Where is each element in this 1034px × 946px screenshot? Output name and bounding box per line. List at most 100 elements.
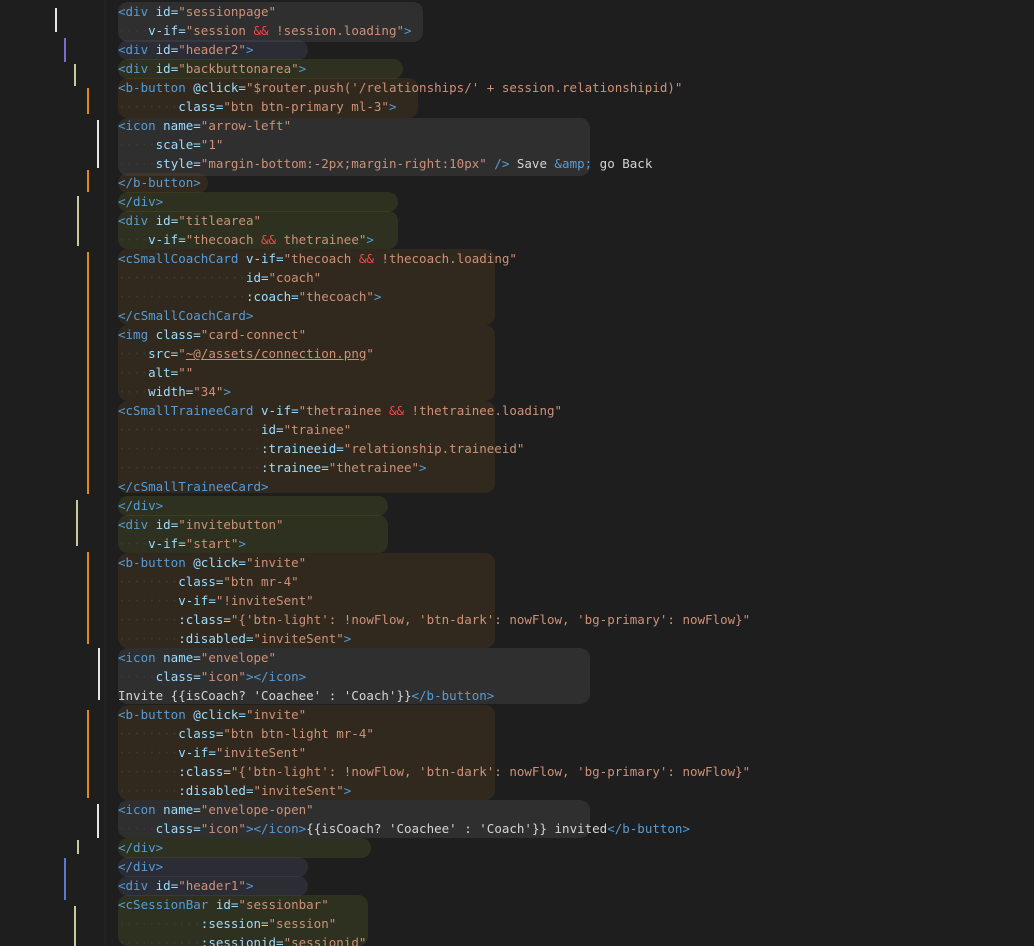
gutter-marker <box>77 196 79 246</box>
code-token-op: && <box>358 251 374 266</box>
code-line[interactable]: ········v-if="inviteSent" <box>118 743 1028 762</box>
gutter-marker <box>64 858 66 900</box>
code-token-indent: ········ <box>118 99 179 114</box>
code-token-str: "34" <box>193 384 224 399</box>
code-line[interactable]: ···················id="trainee" <box>118 420 1028 439</box>
code-line[interactable]: <b-button @click="$router.push('/relatio… <box>118 78 1028 97</box>
code-token-tag: <div <box>118 517 156 532</box>
code-token-attr: :session= <box>200 916 269 931</box>
code-line[interactable]: <div id="sessionpage" <box>118 2 1028 21</box>
code-token-str: !thecoach.loading" <box>373 251 517 266</box>
code-line-content: <cSmallTraineeCard v-if="thetrainee && !… <box>118 403 562 418</box>
code-token-str: "invite" <box>245 707 307 722</box>
code-token-indent: ····· <box>118 156 156 171</box>
code-token-str: !session.loading" <box>268 23 405 38</box>
gutter-marker <box>87 552 89 644</box>
code-token-str: "session <box>185 23 254 38</box>
code-token-tag: <div <box>118 61 156 76</box>
code-line[interactable]: ·················id="coach" <box>118 268 1028 287</box>
code-editor[interactable]: <div id="sessionpage" ····v-if="session &… <box>0 0 1034 946</box>
code-line-content: </div> <box>118 840 163 855</box>
code-line[interactable]: ········v-if="!inviteSent" <box>118 591 1028 610</box>
gutter-marker <box>97 804 99 838</box>
code-line[interactable]: ····src="~@/assets/connection.png" <box>118 344 1028 363</box>
code-token-attr: id= <box>261 422 284 437</box>
code-token-attr: :traineeid= <box>261 441 344 456</box>
code-token-tag: > <box>343 783 352 798</box>
code-token-tag: </div> <box>118 840 164 855</box>
code-token-tag: ></icon> <box>245 821 307 836</box>
code-token-attr: v-if= <box>245 251 284 266</box>
code-line[interactable]: <div id="invitebutton" <box>118 515 1028 534</box>
code-line[interactable]: ········:class="{'btn-light': !nowFlow, … <box>118 610 1028 629</box>
gutter-marker <box>87 710 89 798</box>
code-line[interactable]: <b-button @click="invite" <box>118 553 1028 572</box>
code-token-tag: <div <box>118 42 156 57</box>
code-line[interactable]: ·················:coach="thecoach"> <box>118 287 1028 306</box>
gutter-marker <box>87 252 89 494</box>
code-token-str: "arrow-left" <box>200 118 292 133</box>
code-token-str: "btn btn-light mr-4" <box>223 726 374 741</box>
code-token-attr: class= <box>155 327 201 342</box>
code-line-content: <b-button @click="invite" <box>118 707 306 722</box>
code-token-tag: > <box>419 460 427 475</box>
code-line[interactable]: ········:class="{'btn-light': !nowFlow, … <box>118 762 1028 781</box>
code-line[interactable]: ···················:traineeid="relations… <box>118 439 1028 458</box>
code-token-indent: ········ <box>118 726 179 741</box>
code-line[interactable]: ····v-if="session && !session.loading"> <box>118 21 1028 40</box>
code-token-indent: ··········· <box>118 916 201 931</box>
code-token-attr: name= <box>163 802 201 817</box>
code-line-content: ·················:coach="thecoach"> <box>118 289 381 304</box>
code-line[interactable]: <img class="card-connect" <box>118 325 1028 344</box>
code-line[interactable]: <cSmallTraineeCard v-if="thetrainee && !… <box>118 401 1028 420</box>
code-line[interactable]: ········:disabled="inviteSent"> <box>118 781 1028 800</box>
code-token-str: "sessionbar" <box>238 897 329 912</box>
code-line[interactable]: ···········:session="session" <box>118 914 1028 933</box>
code-line[interactable]: <cSmallCoachCard v-if="thecoach && !thec… <box>118 249 1028 268</box>
code-token-str: " <box>178 346 186 361</box>
code-line[interactable]: ···················:trainee="thetrainee"… <box>118 458 1028 477</box>
code-line-content: ····v-if="start"> <box>118 536 246 551</box>
code-token-indent: ········ <box>118 764 179 779</box>
code-token-attr: class= <box>178 726 224 741</box>
code-line-content: ···········:session="session" <box>118 916 336 931</box>
code-line-content: </cSmallCoachCard> <box>118 308 253 323</box>
code-token-attr: id= <box>155 42 179 57</box>
code-line[interactable]: ········class="btn btn-light mr-4" <box>118 724 1028 743</box>
code-line[interactable]: ········class="btn mr-4" <box>118 572 1028 591</box>
code-line[interactable]: </cSmallTraineeCard> <box>118 477 1028 496</box>
code-line[interactable]: <b-button @click="invite" <box>118 705 1028 724</box>
code-token-str: "invite" <box>245 555 307 570</box>
code-token-attr: alt= <box>148 365 179 380</box>
code-token-str: "header2" <box>178 42 246 57</box>
code-token-tag: <cSessionBar <box>118 897 216 912</box>
editor-gutter <box>0 0 106 946</box>
code-line[interactable]: ····v-if="thecoach && thetrainee"> <box>118 230 1028 249</box>
code-line[interactable]: ········:disabled="inviteSent"> <box>118 629 1028 648</box>
code-token-op: && <box>253 23 269 38</box>
code-token-tag: </cSmallCoachCard> <box>118 308 254 323</box>
code-token-attr: class= <box>155 821 201 836</box>
code-line[interactable]: <div id="titlearea" <box>118 211 1028 230</box>
code-line[interactable]: ·····style="margin-bottom:-2px;margin-ri… <box>118 154 1028 173</box>
code-line[interactable]: <div id="backbuttonarea"> <box>118 59 1028 78</box>
code-token-attr: id= <box>215 897 239 912</box>
code-area[interactable]: <div id="sessionpage" ····v-if="session &… <box>118 2 1028 946</box>
code-token-attr: id= <box>155 213 179 228</box>
code-token-tag: <div <box>118 213 156 228</box>
code-token-tag: &amp; <box>554 156 593 171</box>
code-line[interactable]: <cSessionBar id="sessionbar" <box>118 895 1028 914</box>
code-token-str: "" <box>178 365 194 380</box>
code-token-tag: <icon <box>118 802 164 817</box>
code-line-content: ·····class="icon"></icon> <box>118 669 306 684</box>
code-token-attr: :class= <box>178 612 231 627</box>
code-token-str: "trainee" <box>283 422 352 437</box>
code-line[interactable]: ···········:sessionid="sessionid" <box>118 933 1028 946</box>
code-token-attr: name= <box>163 650 201 665</box>
gutter-divider <box>104 0 106 946</box>
code-token-str: "inviteSent" <box>215 745 307 760</box>
code-line[interactable]: ········class="btn btn-primary ml-3"> <box>118 97 1028 116</box>
code-line[interactable]: ·····class="icon"></icon>{{isCoach? 'Coa… <box>118 819 1028 838</box>
code-token-attr: id= <box>245 270 269 285</box>
code-token-str: "btn mr-4" <box>223 574 299 589</box>
